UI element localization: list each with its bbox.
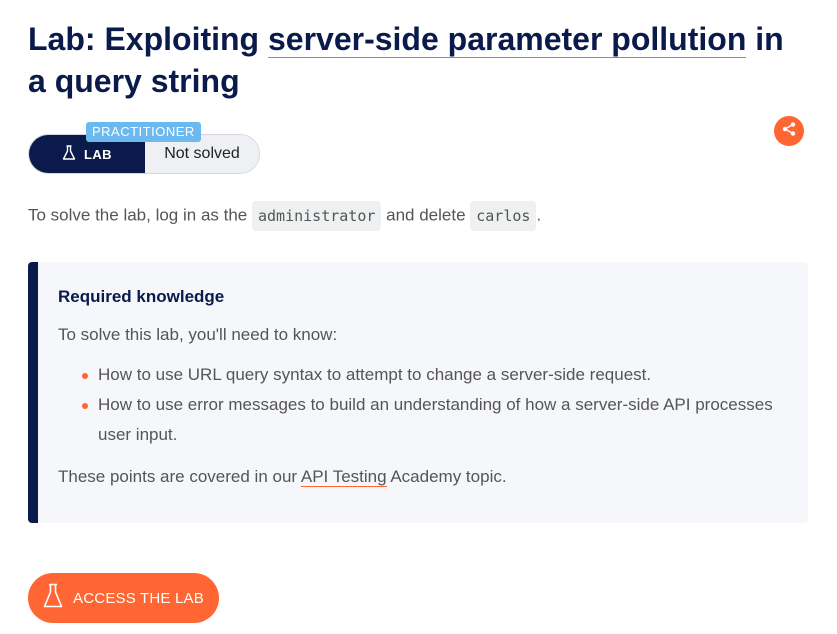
knowledge-intro: To solve this lab, you'll need to know:	[58, 325, 338, 344]
intro-text-middle: and delete	[381, 205, 471, 225]
flask-icon	[43, 583, 63, 613]
access-lab-button[interactable]: ACCESS THE LAB	[28, 573, 219, 623]
share-button[interactable]	[774, 116, 804, 146]
lab-label: LAB	[84, 146, 112, 162]
footer-text-after: Academy topic.	[386, 467, 507, 486]
api-testing-link[interactable]: API Testing	[300, 467, 387, 487]
page-title: Lab: Exploiting server-side parameter po…	[28, 18, 808, 102]
intro-text-before: To solve the lab, log in as the	[28, 205, 252, 225]
code-carlos: carlos	[470, 201, 537, 231]
list-item: How to use error messages to build an un…	[80, 390, 788, 450]
footer-text-before: These points are covered in our	[58, 467, 301, 486]
knowledge-footer: These points are covered in our API Test…	[58, 466, 788, 488]
lab-instructions: To solve the lab, log in as the administ…	[28, 201, 541, 231]
access-lab-label: ACCESS THE LAB	[73, 589, 204, 607]
intro-text-after: .	[536, 205, 542, 225]
share-icon	[781, 121, 797, 142]
level-tag: PRACTITIONER	[86, 122, 201, 142]
code-administrator: administrator	[251, 201, 382, 231]
required-knowledge-box: Required knowledge To solve this lab, yo…	[28, 262, 808, 523]
knowledge-title: Required knowledge	[58, 287, 225, 306]
flask-icon	[62, 144, 76, 164]
title-topic-link[interactable]: server-side parameter pollution	[267, 21, 747, 58]
knowledge-list: How to use URL query syntax to attempt t…	[58, 360, 788, 450]
list-item: How to use URL query syntax to attempt t…	[80, 360, 788, 390]
title-prefix: Lab: Exploiting	[28, 21, 268, 57]
